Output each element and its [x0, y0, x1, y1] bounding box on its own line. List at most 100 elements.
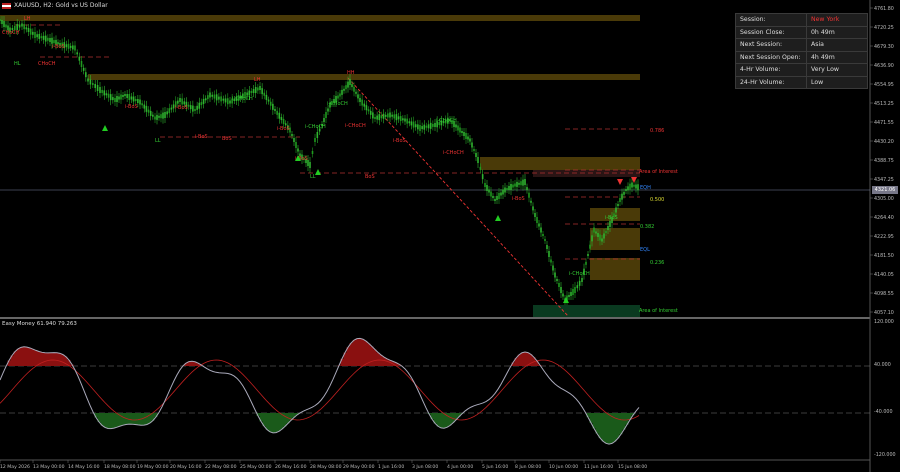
- candle-body: [410, 121, 413, 126]
- candle-body: [502, 189, 504, 195]
- candle-body: [603, 233, 605, 239]
- candle-body: [465, 133, 467, 139]
- candle-body: [498, 193, 500, 199]
- supply-zone: [533, 170, 640, 177]
- candle-body: [65, 44, 68, 48]
- price-axis-label: 4636.90: [874, 63, 894, 69]
- candle-body: [534, 213, 536, 217]
- candle-body: [637, 184, 639, 191]
- structure-label: i-BoS: [277, 126, 290, 132]
- candle-body: [158, 115, 160, 118]
- candle-body: [417, 124, 419, 130]
- candle-body: [23, 24, 25, 30]
- candle-body: [137, 99, 139, 103]
- candle-body: [51, 37, 53, 44]
- demand-zone: [533, 305, 640, 317]
- time-axis-label: 26 May 16:00: [275, 464, 307, 470]
- candle-body: [89, 79, 92, 85]
- candle-body: [570, 292, 572, 296]
- indicator-title: Easy Money 61.940 79.263: [2, 321, 77, 327]
- price-axis-label: 4305.00: [874, 196, 894, 202]
- supply-zone: [0, 15, 640, 21]
- fvg-zone: [590, 258, 640, 280]
- candle-body: [391, 114, 393, 117]
- candle-body: [520, 181, 522, 186]
- price-axis-label: 4471.55: [874, 120, 894, 126]
- candle-body: [486, 185, 488, 191]
- candle-body: [341, 89, 343, 95]
- structure-label: i-BoS: [175, 105, 188, 111]
- candle-body: [69, 45, 72, 48]
- candle-body: [605, 231, 607, 233]
- time-axis-label: 4 Jun 00:00: [447, 464, 473, 470]
- candle-body: [457, 125, 459, 131]
- structure-label: i-CHoCH: [436, 118, 457, 124]
- candle-body: [475, 153, 477, 157]
- candle-body: [53, 40, 55, 44]
- structure-label: HL: [14, 61, 21, 67]
- candle-body: [116, 96, 118, 102]
- structure-label: i-CHoCH: [232, 96, 253, 102]
- info-key: Session:: [736, 14, 807, 26]
- structure-label: BoS: [222, 136, 232, 142]
- candle-body: [44, 35, 47, 42]
- candle-body: [548, 251, 550, 257]
- candle-body: [213, 94, 216, 99]
- candle-body: [293, 138, 295, 142]
- candle-body: [204, 98, 207, 101]
- candle-body: [607, 226, 609, 230]
- candle-body: [220, 96, 222, 102]
- candle-body: [546, 245, 548, 249]
- candle-body: [357, 94, 359, 99]
- candle-body: [473, 149, 475, 151]
- structure-label: EQH: [640, 185, 651, 191]
- candle-body: [496, 196, 498, 200]
- candle-body: [29, 28, 32, 35]
- candle-body: [85, 72, 87, 78]
- candle-body: [134, 99, 137, 101]
- candle-body: [101, 89, 103, 93]
- price-axis-label: 4264.40: [874, 215, 894, 221]
- candle-body: [128, 94, 131, 100]
- supply-zone: [88, 74, 640, 80]
- candle-body: [343, 88, 345, 91]
- candle-body: [267, 99, 270, 102]
- candle-body: [282, 118, 285, 124]
- info-key: 24-Hr Volume:: [736, 76, 807, 88]
- candle-body: [325, 112, 327, 118]
- time-axis-label: 5 Jun 16:00: [482, 464, 508, 470]
- candle-body: [542, 234, 544, 236]
- price-axis-label: 4222.95: [874, 234, 894, 240]
- price-axis-label: 4347.25: [874, 177, 894, 183]
- candle-body: [389, 112, 391, 118]
- candle-body: [467, 136, 469, 140]
- candle-body: [601, 238, 603, 242]
- candle-body: [380, 115, 383, 119]
- candle-body: [591, 235, 593, 242]
- price-axis-label: 4098.55: [874, 291, 894, 297]
- candle-body: [311, 151, 314, 154]
- signal-arrow-icon: [315, 169, 321, 175]
- candle-body: [514, 183, 516, 187]
- candle-body: [347, 81, 349, 88]
- candle-body: [67, 43, 70, 49]
- structure-label: i-BoS: [512, 196, 525, 202]
- candle-body: [399, 116, 402, 122]
- candle-body: [109, 94, 112, 101]
- candle-body: [629, 183, 631, 190]
- time-axis-label: 29 May 00:00: [343, 464, 375, 470]
- candle-body: [198, 102, 201, 109]
- candle-body: [402, 118, 404, 121]
- candle-body: [387, 113, 389, 118]
- candle-body: [229, 100, 231, 104]
- candle-body: [105, 93, 108, 96]
- structure-label: i-CHoCH: [327, 101, 348, 107]
- oscillator-line: [0, 337, 640, 445]
- fvg-zone: [590, 228, 640, 250]
- candle-body: [323, 118, 325, 122]
- info-row: Next Session Open: 4h 49m: [736, 51, 867, 64]
- candle-body: [376, 115, 378, 120]
- candle-body: [562, 293, 564, 297]
- candle-body: [481, 174, 484, 180]
- candle-body: [309, 162, 311, 168]
